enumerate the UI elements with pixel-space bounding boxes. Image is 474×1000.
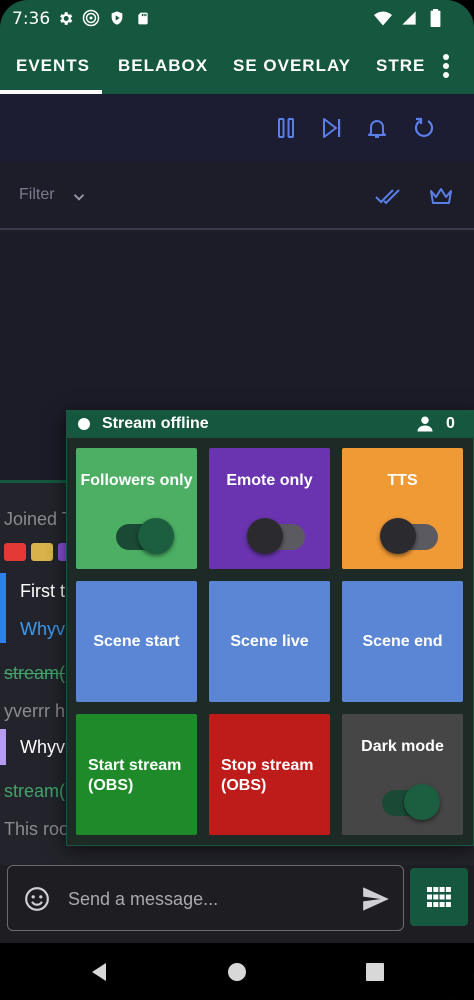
tile-label: Dark mode — [361, 738, 444, 755]
message-bar — [0, 865, 474, 943]
scene-start-tile[interactable]: Scene start — [76, 581, 197, 702]
gear-icon — [56, 9, 74, 27]
tile-label: Followers only — [80, 472, 193, 489]
tab-events[interactable]: EVENTS — [16, 56, 90, 76]
wifi-icon — [374, 9, 392, 27]
chat-highlight-bar — [0, 573, 6, 643]
tile-label: Start stream (OBS) — [88, 757, 182, 794]
tile-label: TTS — [387, 472, 418, 489]
dark-mode-tile[interactable]: Dark mode — [342, 714, 463, 835]
emoji-icon[interactable] — [24, 886, 50, 912]
chat-line: This roo — [4, 819, 70, 839]
chat-line: Whyv — [20, 737, 65, 757]
map-badge-icon — [31, 543, 53, 561]
offline-status-dot — [78, 418, 90, 430]
bell-icon[interactable] — [365, 116, 389, 140]
chat-badges — [4, 543, 68, 561]
more-options-icon[interactable] — [434, 52, 458, 80]
app-screen: 7:36 EVENTS BELABOX SE OVERLAY STRE Filt… — [0, 0, 474, 1000]
tts-toggle[interactable] — [380, 518, 438, 554]
filter-dropdown-label[interactable]: Filter — [19, 186, 55, 204]
tile-label: Emote only — [226, 472, 313, 489]
chat-line: stream( — [4, 663, 66, 683]
followers-only-toggle[interactable] — [116, 518, 174, 554]
stop-stream-tile[interactable]: Stop stream (OBS) — [209, 714, 330, 835]
emote-only-toggle[interactable] — [247, 518, 305, 554]
start-stream-tile[interactable]: Start stream (OBS) — [76, 714, 197, 835]
refresh-icon[interactable] — [412, 116, 436, 140]
status-bar: 7:36 — [0, 0, 474, 38]
chat-line: Joined T — [4, 509, 73, 529]
viewer-count: 0 — [446, 415, 455, 432]
tile-label: Scene live — [230, 633, 309, 650]
scene-end-tile[interactable]: Scene end — [342, 581, 463, 702]
tab-bar: EVENTS BELABOX SE OVERLAY STRE — [0, 38, 474, 94]
tile-label: Scene end — [362, 633, 443, 650]
sd-card-icon — [134, 9, 152, 27]
crown-icon[interactable] — [428, 184, 456, 208]
filter-bar: Filter — [0, 162, 474, 230]
tile-label: Scene start — [93, 633, 180, 650]
chat-username: Whyv — [20, 619, 65, 639]
person-icon — [416, 415, 434, 433]
pause-icon[interactable] — [274, 116, 298, 140]
double-check-icon[interactable] — [374, 184, 402, 208]
keypad-icon — [427, 887, 451, 907]
scene-live-tile[interactable]: Scene live — [209, 581, 330, 702]
signal-icon — [400, 9, 418, 27]
tab-se-overlay[interactable]: SE OVERLAY — [233, 56, 351, 76]
chat-line: yverrr h — [4, 701, 66, 721]
tile-label: Stop stream (OBS) — [221, 757, 314, 794]
status-icons-left — [56, 9, 152, 27]
stream-status-header: Stream offline 0 — [66, 410, 474, 438]
followers-only-tile[interactable]: Followers only — [76, 448, 197, 569]
chat-line: First t — [20, 581, 65, 601]
home-icon[interactable] — [226, 961, 248, 983]
spiral-icon — [82, 9, 100, 27]
recents-icon[interactable] — [364, 961, 386, 983]
system-nav-bar — [0, 943, 474, 1000]
events-toolbar — [0, 94, 474, 162]
status-icons-right — [374, 9, 444, 27]
dark-mode-toggle[interactable] — [382, 784, 440, 820]
tts-tile[interactable]: TTS — [342, 448, 463, 569]
battery-icon — [426, 9, 444, 27]
tab-belabox[interactable]: BELABOX — [118, 56, 208, 76]
status-time: 7:36 — [12, 9, 51, 29]
message-input[interactable] — [68, 886, 348, 912]
camera-badge-icon — [4, 543, 26, 561]
chat-highlight-bar — [0, 729, 6, 765]
skip-next-icon[interactable] — [320, 116, 344, 140]
emote-only-tile[interactable]: Emote only — [209, 448, 330, 569]
chat-line: stream( — [4, 781, 66, 801]
chevron-down-icon[interactable] — [70, 188, 88, 206]
quick-actions-button[interactable] — [410, 868, 468, 926]
stream-status-label: Stream offline — [102, 415, 209, 432]
message-input-box — [7, 865, 404, 931]
send-icon[interactable] — [362, 886, 390, 912]
action-grid: Followers only Emote only TTS Scene star… — [67, 438, 473, 845]
stream-actions-popup: Stream offline 0 Followers only Emote on… — [66, 410, 474, 846]
shield-icon — [108, 9, 126, 27]
back-icon[interactable] — [88, 961, 110, 983]
tab-stream[interactable]: STRE — [376, 56, 425, 76]
